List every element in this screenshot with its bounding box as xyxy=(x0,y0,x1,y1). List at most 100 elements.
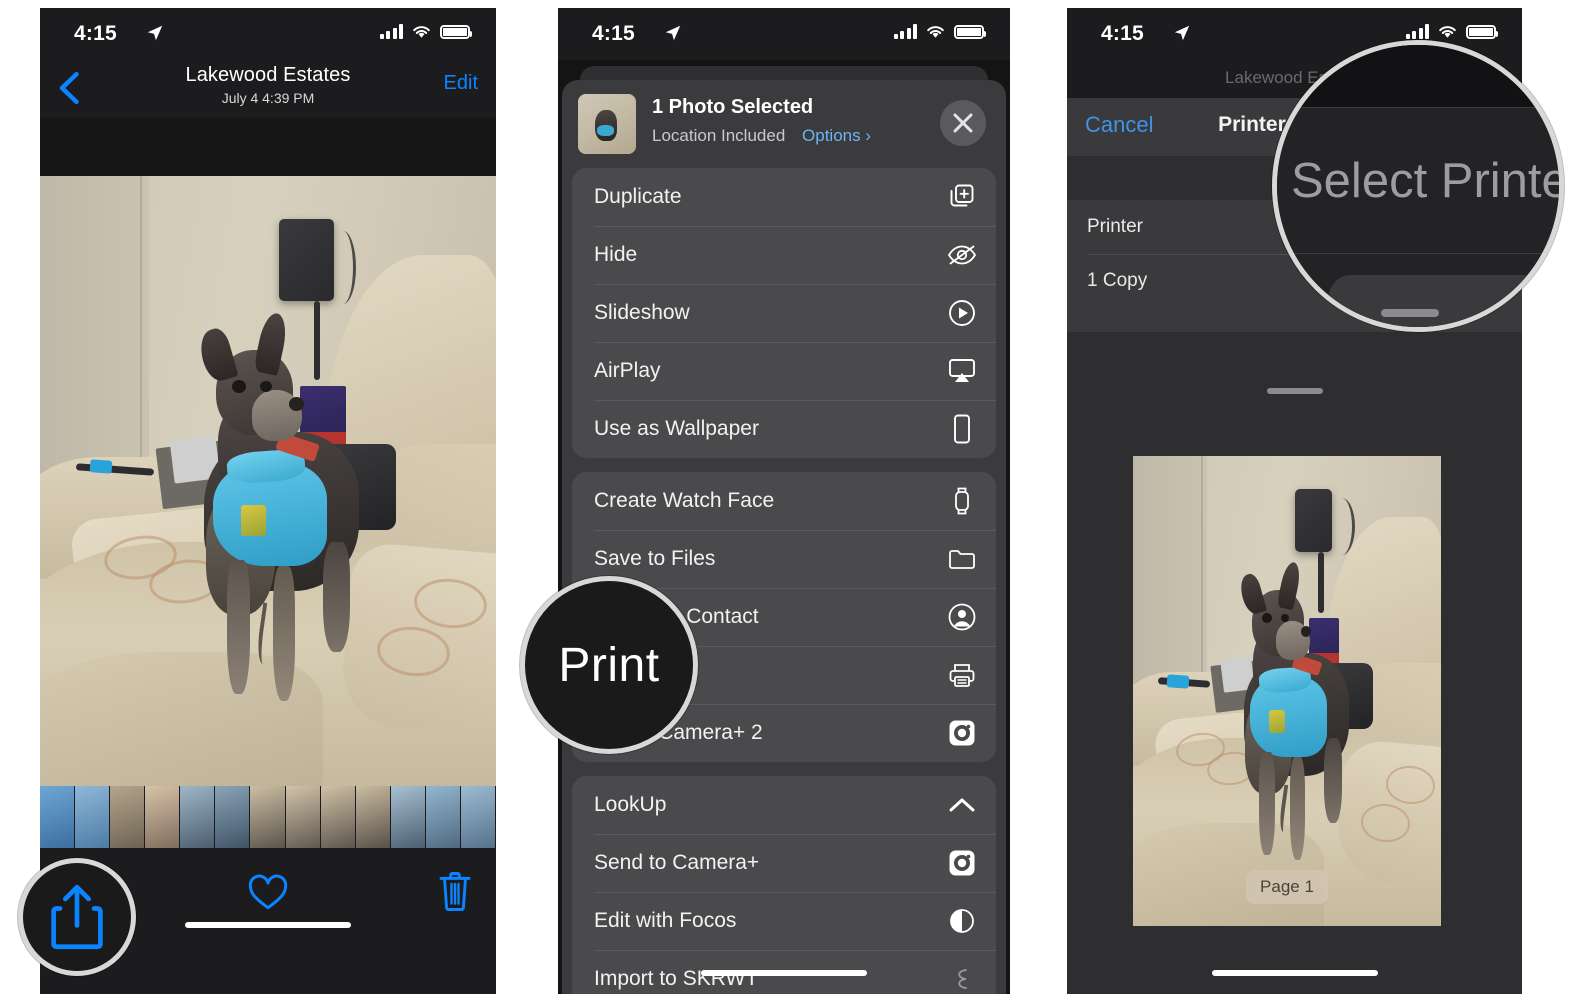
menu-item-label: LookUp xyxy=(594,793,667,816)
skrwt-icon xyxy=(946,963,978,994)
status-bar-indicators xyxy=(379,24,472,39)
eye-slash-icon xyxy=(946,239,978,271)
menu-item-create-watch-face[interactable]: Create Watch Face xyxy=(572,472,996,530)
menu-item-label: AirPlay xyxy=(594,359,661,382)
share-icon[interactable] xyxy=(49,883,105,951)
share-sheet-header: 1 Photo Selected Location Included Optio… xyxy=(562,80,1006,168)
printer-icon xyxy=(946,659,978,691)
filmstrip-thumbnail[interactable] xyxy=(215,786,251,848)
menu-item-use-as-wallpaper[interactable]: Use as Wallpaper xyxy=(572,400,996,458)
menu-item-airplay[interactable]: AirPlay xyxy=(572,342,996,400)
folder-icon xyxy=(946,543,978,575)
contact-circle-icon xyxy=(946,601,978,633)
status-bar-time: 4:15 xyxy=(74,22,117,45)
status-bar-time: 4:15 xyxy=(592,22,635,45)
filmstrip-thumbnail[interactable] xyxy=(320,786,356,848)
menu-item-label: Edit with Focos xyxy=(594,909,737,932)
chevron-up-icon xyxy=(946,789,978,821)
battery-full-icon xyxy=(954,24,986,39)
printer-row-label: Printer xyxy=(1087,216,1143,237)
focos-icon xyxy=(946,905,978,937)
edit-button[interactable]: Edit xyxy=(444,72,478,95)
menu-item-hide[interactable]: Hide xyxy=(572,226,996,284)
menu-item-label: Slideshow xyxy=(594,301,690,324)
airplay-icon xyxy=(946,355,978,387)
cellular-bars-icon xyxy=(1405,24,1429,39)
wifi-icon xyxy=(1439,26,1456,38)
filmstrip-thumbnail[interactable] xyxy=(40,786,76,848)
status-bar-indicators xyxy=(893,24,986,39)
home-indicator xyxy=(1211,970,1378,976)
filmstrip-thumbnail[interactable] xyxy=(390,786,426,848)
status-bar: 4:15 xyxy=(558,8,1010,60)
phone-icon xyxy=(946,413,978,445)
selection-title: 1 Photo Selected xyxy=(652,96,814,118)
trash-icon[interactable] xyxy=(436,870,474,912)
menu-item-edit-with-focos[interactable]: Edit with Focos xyxy=(572,892,996,950)
camera-plus-icon xyxy=(946,847,978,879)
photo-thumbnail[interactable] xyxy=(578,94,636,154)
screenshot-stage: 4:15 Lakewood Estates July 4 4:39 PM Edi… xyxy=(0,0,1576,1002)
location-arrow-icon xyxy=(665,25,681,41)
battery-full-icon xyxy=(440,24,472,39)
navigation-bar: Lakewood Estates July 4 4:39 PM Edit xyxy=(40,60,496,118)
menu-item-label: Duplicate xyxy=(594,185,682,208)
location-included-label: Location Included xyxy=(652,126,786,145)
status-bar-time: 4:15 xyxy=(1101,22,1144,45)
watch-icon xyxy=(946,485,978,517)
filmstrip-thumbnail[interactable] xyxy=(110,786,146,848)
filmstrip-thumbnail[interactable] xyxy=(285,786,321,848)
close-icon[interactable] xyxy=(940,100,986,146)
play-circle-icon xyxy=(946,297,978,329)
nav-title-block: Lakewood Estates July 4 4:39 PM xyxy=(40,64,496,106)
menu-item-label: Use as Wallpaper xyxy=(594,417,759,440)
share-sheet-group: LookUp Send to Camera+ Edit with Focos I… xyxy=(572,776,996,994)
wifi-icon xyxy=(927,26,944,38)
callout-print-label: Print xyxy=(558,638,660,692)
camera-plus-2-icon xyxy=(946,717,978,749)
callout-share-button xyxy=(18,858,136,976)
menu-item-slideshow[interactable]: Slideshow xyxy=(572,284,996,342)
menu-item-send-to-camera-plus[interactable]: Send to Camera+ xyxy=(572,834,996,892)
menu-item-duplicate[interactable]: Duplicate xyxy=(572,168,996,226)
photo-viewer-spacer xyxy=(40,118,496,176)
status-bar: 4:15 xyxy=(40,8,496,60)
print-preview-page[interactable]: Page 1 xyxy=(1133,456,1441,926)
cellular-bars-icon xyxy=(379,24,403,39)
filmstrip-thumbnail[interactable] xyxy=(425,786,461,848)
duplicate-icon xyxy=(946,181,978,213)
page-subtitle: July 4 4:39 PM xyxy=(221,90,315,106)
wifi-icon xyxy=(413,26,430,38)
callout-magnified-content: Select Printer xyxy=(1277,45,1559,327)
filmstrip-thumbnail[interactable] xyxy=(75,786,111,848)
photo-viewer-image[interactable] xyxy=(40,176,496,786)
phone-screenshot-photo-viewer: 4:15 Lakewood Estates July 4 4:39 PM Edi… xyxy=(40,8,496,994)
filmstrip-thumbnail[interactable] xyxy=(460,786,496,848)
sheet-grabber-handle[interactable] xyxy=(1266,388,1323,394)
home-indicator xyxy=(185,922,351,928)
copies-row-label: 1 Copy xyxy=(1087,270,1148,291)
callout-print-menu-item: Print xyxy=(520,576,698,754)
home-indicator xyxy=(701,970,867,976)
menu-item-label: Hide xyxy=(594,243,638,266)
status-bar-indicators xyxy=(1405,24,1498,39)
filmstrip-thumbnail[interactable] xyxy=(180,786,216,848)
menu-item-label: Create Watch Face xyxy=(594,489,775,512)
filmstrip-thumbnail[interactable] xyxy=(355,786,391,848)
menu-item-label: Save to Files xyxy=(594,547,716,570)
menu-item-label: Send to Camera+ xyxy=(594,851,760,874)
photo-filmstrip[interactable] xyxy=(40,786,496,848)
select-printer-placeholder[interactable]: Select Printer xyxy=(1291,153,1559,209)
share-sheet: 1 Photo Selected Location Included Optio… xyxy=(562,80,1006,994)
menu-item-lookup[interactable]: LookUp xyxy=(572,776,996,834)
selection-subtitle: Location Included Options › xyxy=(652,126,871,146)
filmstrip-thumbnail[interactable] xyxy=(145,786,181,848)
location-arrow-icon xyxy=(147,25,163,41)
page-number-badge: Page 1 xyxy=(1246,870,1328,904)
location-arrow-icon xyxy=(1174,25,1190,41)
share-sheet-group: Duplicate Hide Slideshow AirPlay Use as … xyxy=(572,168,996,458)
heart-icon[interactable] xyxy=(247,874,289,912)
filmstrip-thumbnail-selected[interactable] xyxy=(250,786,286,848)
page-title: Lakewood Estates xyxy=(185,64,351,86)
options-link[interactable]: Options › xyxy=(802,126,871,145)
